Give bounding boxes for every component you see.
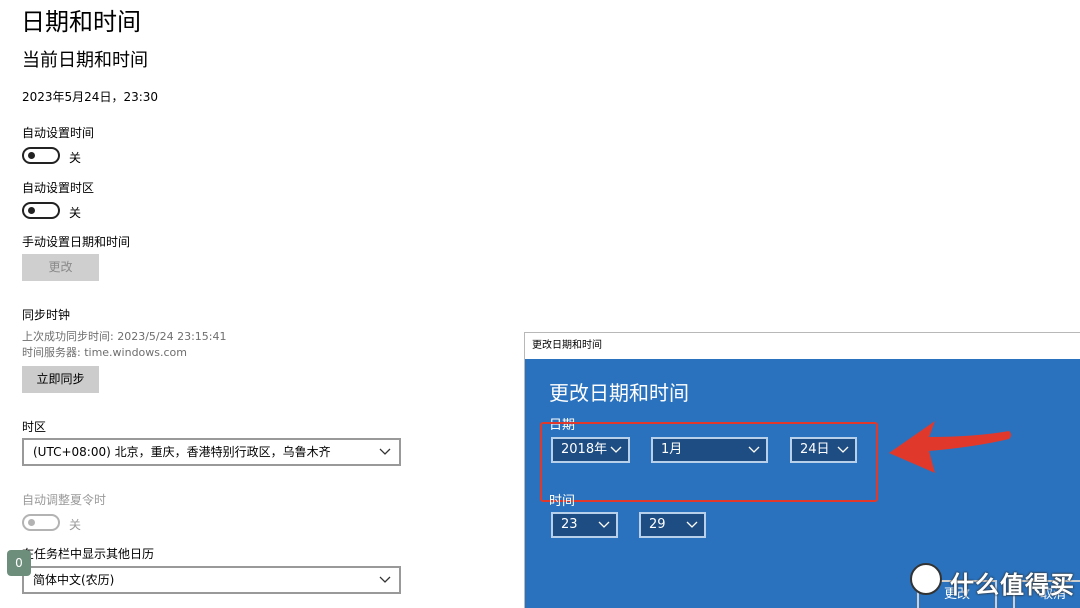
watermark: 什么值得买 bbox=[910, 563, 1076, 599]
hour-select[interactable]: 23 bbox=[551, 512, 618, 538]
dst-state: 关 bbox=[69, 518, 82, 532]
timezone-label: 时区 bbox=[22, 420, 47, 434]
date-highlight-box bbox=[540, 422, 878, 502]
time-label: 时间 bbox=[549, 494, 576, 509]
sync-clock-title: 同步时钟 bbox=[22, 308, 71, 322]
chevron-down-icon bbox=[379, 448, 391, 455]
time-server-text: 时间服务器: time.windows.com bbox=[22, 346, 188, 359]
toggle-knob bbox=[28, 152, 35, 159]
change-button[interactable]: 更改 bbox=[22, 254, 99, 281]
minute-value: 29 bbox=[649, 517, 666, 532]
toggle-knob bbox=[28, 207, 35, 214]
calendar-label: 在任务栏中显示其他日历 bbox=[22, 547, 155, 561]
page-title: 日期和时间 bbox=[21, 8, 141, 36]
dialog-heading: 更改日期和时间 bbox=[549, 381, 689, 405]
calendar-select[interactable]: 简体中文(农历) bbox=[22, 566, 401, 594]
current-datetime: 2023年5月24日，23:30 bbox=[22, 90, 159, 104]
calendar-value: 简体中文(农历) bbox=[33, 573, 115, 587]
auto-time-toggle[interactable] bbox=[22, 147, 60, 164]
chevron-down-icon bbox=[598, 521, 610, 528]
watermark-text: 什么值得买 bbox=[950, 571, 1075, 599]
timezone-select[interactable]: (UTC+08:00) 北京，重庆，香港特别行政区，乌鲁木齐 bbox=[22, 438, 401, 466]
toggle-knob bbox=[28, 519, 35, 526]
auto-timezone-state: 关 bbox=[69, 206, 82, 220]
auto-timezone-label: 自动设置时区 bbox=[22, 181, 95, 195]
chevron-down-icon bbox=[686, 521, 698, 528]
red-arrow-icon bbox=[889, 421, 1011, 473]
last-sync-text: 上次成功同步时间: 2023/5/24 23:15:41 bbox=[22, 330, 227, 343]
auto-timezone-toggle[interactable] bbox=[22, 202, 60, 219]
chevron-down-icon bbox=[379, 576, 391, 583]
auto-time-label: 自动设置时间 bbox=[22, 126, 95, 140]
dst-toggle[interactable] bbox=[22, 514, 60, 531]
dialog-titlebar: 更改日期和时间 bbox=[525, 333, 1080, 359]
manual-datetime-label: 手动设置日期和时间 bbox=[22, 235, 131, 249]
watermark-logo-icon bbox=[910, 563, 942, 595]
section-title: 当前日期和时间 bbox=[22, 50, 148, 71]
notification-badge[interactable]: 0 bbox=[7, 550, 31, 576]
dst-label: 自动调整夏令时 bbox=[22, 493, 107, 507]
hour-value: 23 bbox=[561, 517, 578, 532]
sync-now-button[interactable]: 立即同步 bbox=[22, 366, 99, 393]
auto-time-state: 关 bbox=[69, 151, 82, 165]
minute-select[interactable]: 29 bbox=[639, 512, 706, 538]
timezone-value: (UTC+08:00) 北京，重庆，香港特别行政区，乌鲁木齐 bbox=[33, 445, 331, 459]
